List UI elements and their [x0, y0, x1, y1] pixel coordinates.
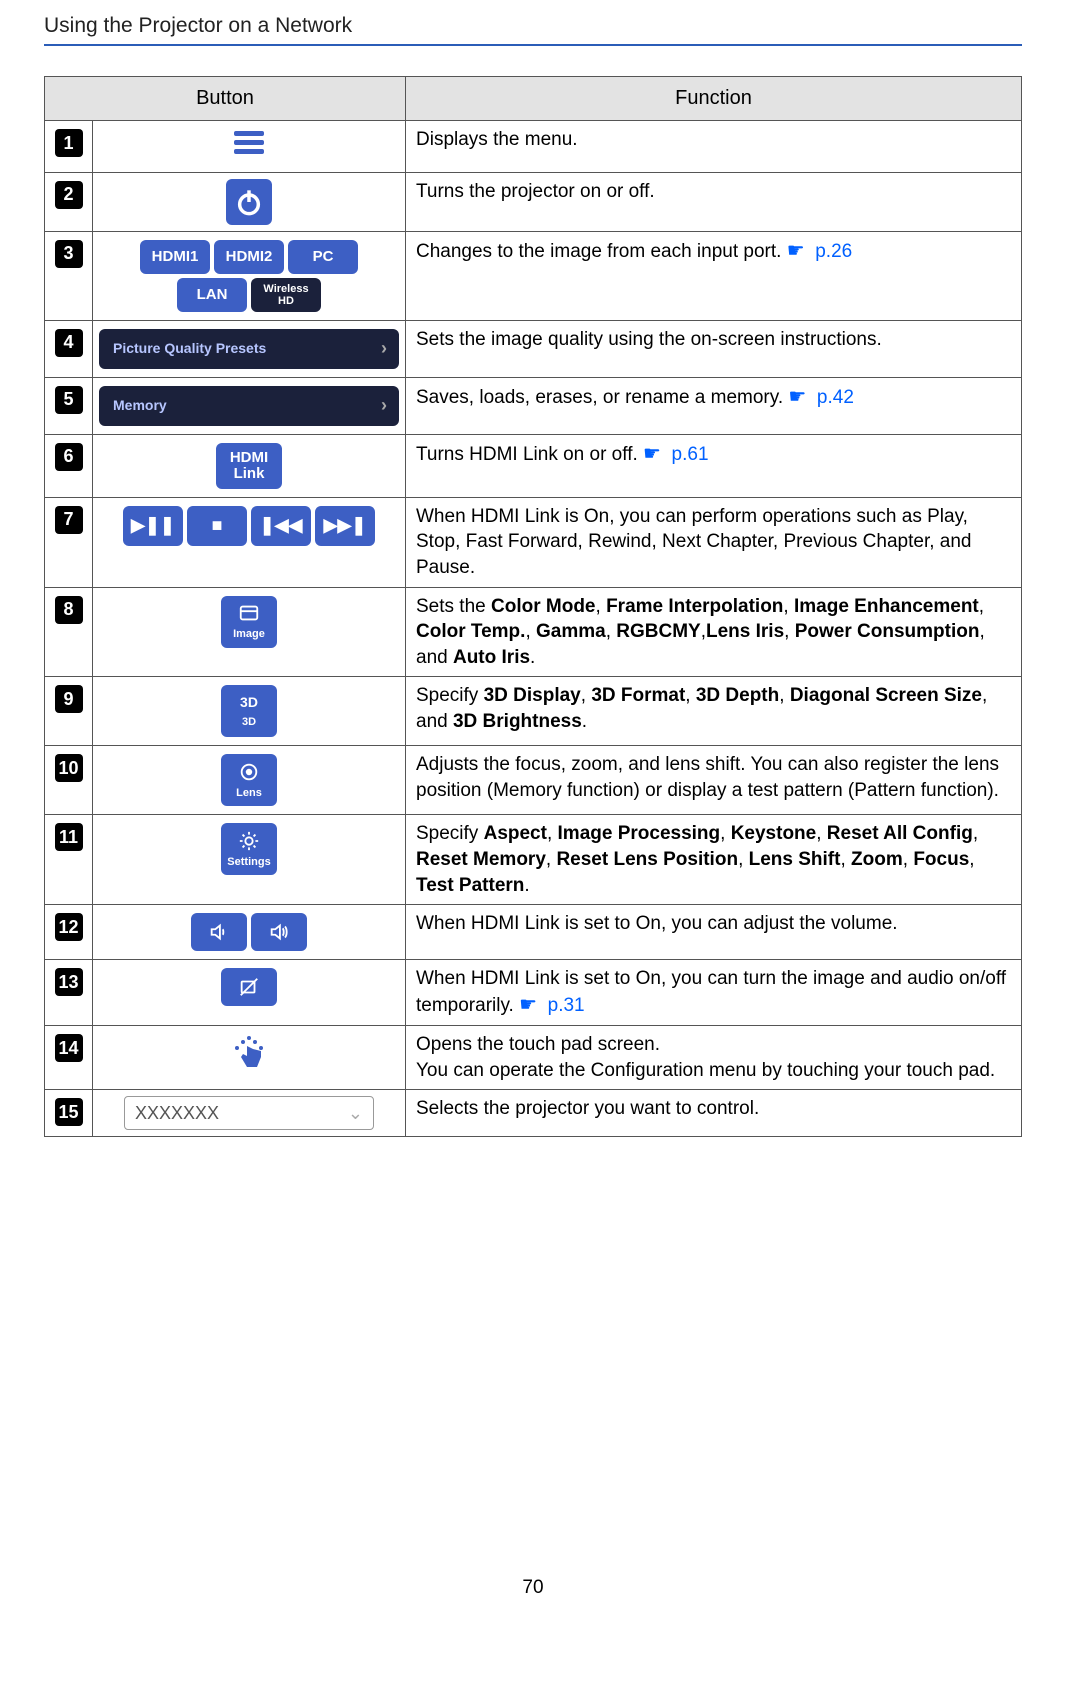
- button-function-table: Button Function 1 Displays the menu. 2: [44, 76, 1022, 1137]
- row-number: 7: [55, 506, 83, 534]
- power-icon: [226, 179, 272, 225]
- table-row: 13 When HDMI Link is set to On, you can …: [45, 960, 1022, 1026]
- volume-down-icon: [191, 913, 247, 951]
- menu-icon: [234, 127, 264, 158]
- prev-chapter-icon: ❚◀◀: [251, 506, 311, 546]
- settings-button: Settings: [221, 823, 277, 875]
- chevron-right-icon: ›: [381, 393, 387, 417]
- image-button: Image: [221, 596, 277, 648]
- col-function: Function: [406, 77, 1022, 121]
- row-number: 1: [55, 129, 83, 157]
- function-text: Displays the menu.: [406, 121, 1022, 173]
- function-text: Selects the projector you want to contro…: [406, 1090, 1022, 1137]
- function-text: When HDMI Link is set to On, you can adj…: [406, 905, 1022, 960]
- table-row: 8 Image Sets the Color Mode, Frame Inter…: [45, 587, 1022, 677]
- table-row: 15 XXXXXXX ⌄ Selects the projector you w…: [45, 1090, 1022, 1137]
- volume-up-icon: [251, 913, 307, 951]
- chevron-down-icon: ⌄: [348, 1101, 363, 1125]
- page-link[interactable]: p.26: [815, 241, 852, 262]
- table-row: 4 Picture Quality Presets› Sets the imag…: [45, 320, 1022, 377]
- stop-icon: ■: [187, 506, 247, 546]
- 3d-icon: 3D: [240, 693, 258, 712]
- gear-icon: [238, 830, 260, 852]
- hdmi-link-button: HDMILink: [216, 443, 282, 489]
- page-title: Using the Projector on a Network: [44, 14, 1022, 44]
- table-row: 9 3D 3D Specify 3D Display, 3D Format, 3…: [45, 677, 1022, 746]
- pointer-icon: ☛: [787, 240, 805, 262]
- row-number: 12: [55, 913, 83, 941]
- av-mute-icon: [221, 968, 277, 1006]
- source-wirelesshd: Wireless HD: [251, 278, 321, 312]
- function-text: Specify Aspect, Image Processing, Keysto…: [406, 815, 1022, 905]
- row-number: 13: [55, 968, 83, 996]
- source-lan: LAN: [177, 278, 247, 312]
- source-hdmi1: HDMI1: [140, 240, 210, 274]
- table-row: 12 When HDMI Link is set to On, you can …: [45, 905, 1022, 960]
- row-number: 4: [55, 329, 83, 357]
- row-number: 8: [55, 596, 83, 624]
- 3d-button: 3D 3D: [221, 685, 277, 737]
- function-text: When HDMI Link is set to On, you can tur…: [406, 960, 1022, 1026]
- function-text: Turns the projector on or off.: [406, 172, 1022, 231]
- page-link[interactable]: p.42: [817, 387, 854, 408]
- memory-button: Memory›: [99, 386, 399, 426]
- next-chapter-icon: ▶▶❚: [315, 506, 375, 546]
- function-text: Saves, loads, erases, or rename a memory…: [406, 377, 1022, 434]
- pointer-icon: ☛: [788, 386, 806, 408]
- chevron-right-icon: ›: [381, 336, 387, 360]
- table-row: 5 Memory› Saves, loads, erases, or renam…: [45, 377, 1022, 434]
- row-number: 9: [55, 685, 83, 713]
- row-number: 10: [55, 754, 83, 782]
- page-link[interactable]: p.61: [672, 444, 709, 465]
- row-number: 15: [55, 1098, 83, 1126]
- projector-select-dropdown: XXXXXXX ⌄: [124, 1096, 374, 1130]
- function-text: Changes to the image from each input por…: [406, 231, 1022, 320]
- col-button: Button: [45, 77, 406, 121]
- lens-icon: [238, 761, 260, 783]
- table-row: 3 HDMI1 HDMI2 PC LAN Wireless HD Changes…: [45, 231, 1022, 320]
- row-number: 11: [55, 823, 83, 851]
- function-text: When HDMI Link is On, you can perform op…: [406, 497, 1022, 587]
- table-row: 2 Turns the projector on or off.: [45, 172, 1022, 231]
- row-number: 2: [55, 181, 83, 209]
- play-pause-icon: ▶❚❚: [123, 506, 183, 546]
- table-row: 7 ▶❚❚ ■ ❚◀◀ ▶▶❚ When HDMI Link is On, yo…: [45, 497, 1022, 587]
- page-number: 70: [44, 1577, 1022, 1599]
- page-link[interactable]: p.31: [548, 995, 585, 1016]
- function-text: Sets the Color Mode, Frame Interpolation…: [406, 587, 1022, 677]
- table-row: 14 Opens the touch pad screen. You can o…: [45, 1026, 1022, 1090]
- table-row: 6 HDMILink Turns HDMI Link on or off. ☛ …: [45, 434, 1022, 497]
- function-text: Adjusts the focus, zoom, and lens shift.…: [406, 746, 1022, 815]
- picture-quality-presets-button: Picture Quality Presets›: [99, 329, 399, 369]
- function-text: Turns HDMI Link on or off. ☛ p.61: [406, 434, 1022, 497]
- image-icon: [238, 602, 260, 624]
- header-rule: [44, 44, 1022, 46]
- function-text: Sets the image quality using the on-scre…: [406, 320, 1022, 377]
- pointer-icon: ☛: [519, 994, 537, 1016]
- source-hdmi2: HDMI2: [214, 240, 284, 274]
- function-text: Opens the touch pad screen. You can oper…: [406, 1026, 1022, 1090]
- row-number: 3: [55, 240, 83, 268]
- row-number: 6: [55, 443, 83, 471]
- function-text: Specify 3D Display, 3D Format, 3D Depth,…: [406, 677, 1022, 746]
- table-row: 11 Settings Specify Aspect, Image Proces…: [45, 815, 1022, 905]
- row-number: 5: [55, 386, 83, 414]
- row-number: 14: [55, 1034, 83, 1062]
- touch-icon: [229, 1056, 269, 1077]
- lens-button: Lens: [221, 754, 277, 806]
- table-row: 1 Displays the menu.: [45, 121, 1022, 173]
- source-pc: PC: [288, 240, 358, 274]
- table-row: 10 Lens Adjusts the focus, zoom, and len…: [45, 746, 1022, 815]
- pointer-icon: ☛: [643, 443, 661, 465]
